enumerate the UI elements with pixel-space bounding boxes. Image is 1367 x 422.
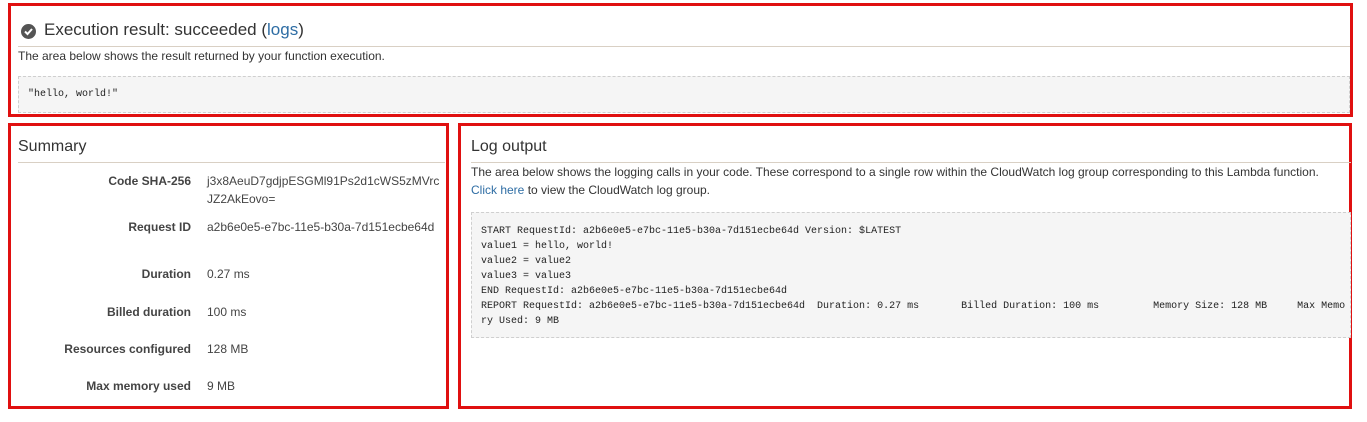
result-text: "hello, world!" — [28, 89, 119, 100]
log-line: START RequestId: a2b6e0e5-e7bc-11e5-b30a… — [481, 226, 902, 237]
execution-result-panel: Execution result: succeeded (logs) The a… — [8, 3, 1353, 117]
divider — [18, 46, 1350, 47]
summary-value: a2b6e0e5-e7bc-11e5-b30a-7d151ecbe64d — [207, 220, 435, 234]
log-description: The area below shows the logging calls i… — [471, 164, 1341, 199]
log-output-panel: Log output The area below shows the logg… — [458, 123, 1352, 409]
execution-result-output: "hello, world!" — [18, 76, 1350, 113]
log-description-text-end: to view the CloudWatch log group. — [524, 182, 711, 197]
divider — [471, 162, 1351, 163]
log-line: REPORT RequestId: a2b6e0e5-e7bc-11e5-b30… — [481, 301, 1346, 312]
execution-description: The area below shows the result returned… — [18, 49, 385, 63]
summary-value: 9 MB — [207, 379, 236, 393]
summary-label: Billed duration — [107, 305, 191, 319]
execution-result-title: Execution result: succeeded ( — [44, 20, 268, 39]
summary-value: 128 MB — [207, 342, 249, 356]
logs-link[interactable]: logs — [267, 20, 298, 40]
summary-value: 100 ms — [207, 305, 247, 319]
execution-result-title-end: ) — [298, 20, 304, 39]
summary-label: Request ID — [128, 220, 191, 234]
log-line: value3 = value3 — [481, 271, 572, 282]
click-here-link[interactable]: Click here — [471, 183, 524, 197]
summary-panel: Summary Code SHA-256 j3x8AeuD7gdjpESGMl9… — [8, 123, 449, 409]
success-check-icon — [21, 23, 36, 39]
log-output-text: START RequestId: a2b6e0e5-e7bc-11e5-b30a… — [471, 212, 1351, 338]
summary-label: Duration — [141, 267, 191, 281]
log-line: ry Used: 9 MB — [481, 316, 560, 327]
log-line: value1 = hello, world! — [481, 241, 614, 252]
log-line: value2 = value2 — [481, 256, 572, 267]
divider — [18, 162, 445, 163]
summary-value: 0.27 ms — [207, 267, 250, 281]
summary-title: Summary — [18, 138, 87, 155]
summary-label: Max memory used — [86, 379, 191, 393]
summary-label: Code SHA-256 — [108, 174, 191, 188]
summary-value: j3x8AeuD7gdjpESGMl91Ps2d1cWS5zMVrcJZ2AkE… — [207, 174, 440, 206]
summary-label: Resources configured — [64, 342, 191, 356]
log-description-text: The area below shows the logging calls i… — [471, 165, 1319, 179]
execution-result-heading: Execution result: succeeded (logs) — [21, 20, 304, 40]
log-line: END RequestId: a2b6e0e5-e7bc-11e5-b30a-7… — [481, 286, 788, 297]
log-output-title: Log output — [471, 138, 547, 155]
